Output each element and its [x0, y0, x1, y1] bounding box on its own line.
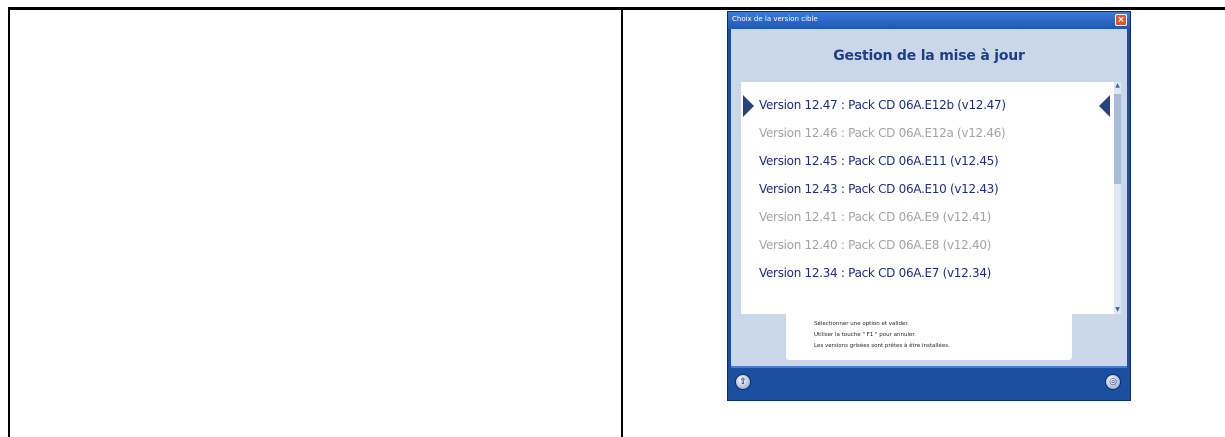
instructions-box: Sélectionner une option et valider. Util…: [786, 310, 1072, 360]
scroll-up-icon[interactable]: ▲: [1114, 82, 1121, 90]
footer-bar: ⇧ ◎: [731, 366, 1127, 394]
version-item-12-43[interactable]: Version 12.43 : Pack CD 06A.E10 (v12.43): [759, 182, 999, 196]
selection-arrow-left-icon: [743, 95, 754, 117]
version-dialog: Choix de la version cible × Gestion de l…: [727, 11, 1131, 401]
version-item-12-45[interactable]: Version 12.45 : Pack CD 06A.E11 (v12.45): [759, 154, 999, 168]
vertical-scrollbar[interactable]: ▲ ▼: [1114, 82, 1121, 314]
scroll-thumb[interactable]: [1114, 94, 1121, 184]
instruction-line: Utiliser la touche " F1 " pour annuler.: [814, 332, 916, 338]
close-button[interactable]: ×: [1115, 14, 1127, 26]
instruction-line: Sélectionner une option et valider.: [814, 321, 909, 327]
version-item-12-41[interactable]: Version 12.41 : Pack CD 06A.E9 (v12.41): [759, 210, 991, 224]
window-title: Choix de la version cible: [732, 15, 818, 23]
table-column-divider: [621, 7, 623, 437]
selection-arrow-right-icon: [1099, 95, 1110, 117]
instruction-line: Les versions grisées sont prêtes à être …: [814, 343, 950, 349]
network-icon[interactable]: ◎: [1105, 374, 1121, 390]
version-item-12-47[interactable]: Version 12.47 : Pack CD 06A.E12b (v12.47…: [759, 98, 1006, 112]
version-item-12-34[interactable]: Version 12.34 : Pack CD 06A.E7 (v12.34): [759, 266, 991, 280]
version-item-12-46[interactable]: Version 12.46 : Pack CD 06A.E12a (v12.46…: [759, 126, 1006, 140]
titlebar: Choix de la version cible ×: [728, 12, 1130, 29]
version-item-12-40[interactable]: Version 12.40 : Pack CD 06A.E8 (v12.40): [759, 238, 991, 252]
dialog-body: Gestion de la mise à jour Version 12.47 …: [731, 29, 1127, 381]
scroll-down-icon[interactable]: ▼: [1114, 306, 1121, 314]
version-list[interactable]: Version 12.47 : Pack CD 06A.E12b (v12.47…: [741, 82, 1121, 314]
page-title: Gestion de la mise à jour: [833, 48, 1025, 64]
up-arrow-icon[interactable]: ⇧: [735, 374, 751, 390]
